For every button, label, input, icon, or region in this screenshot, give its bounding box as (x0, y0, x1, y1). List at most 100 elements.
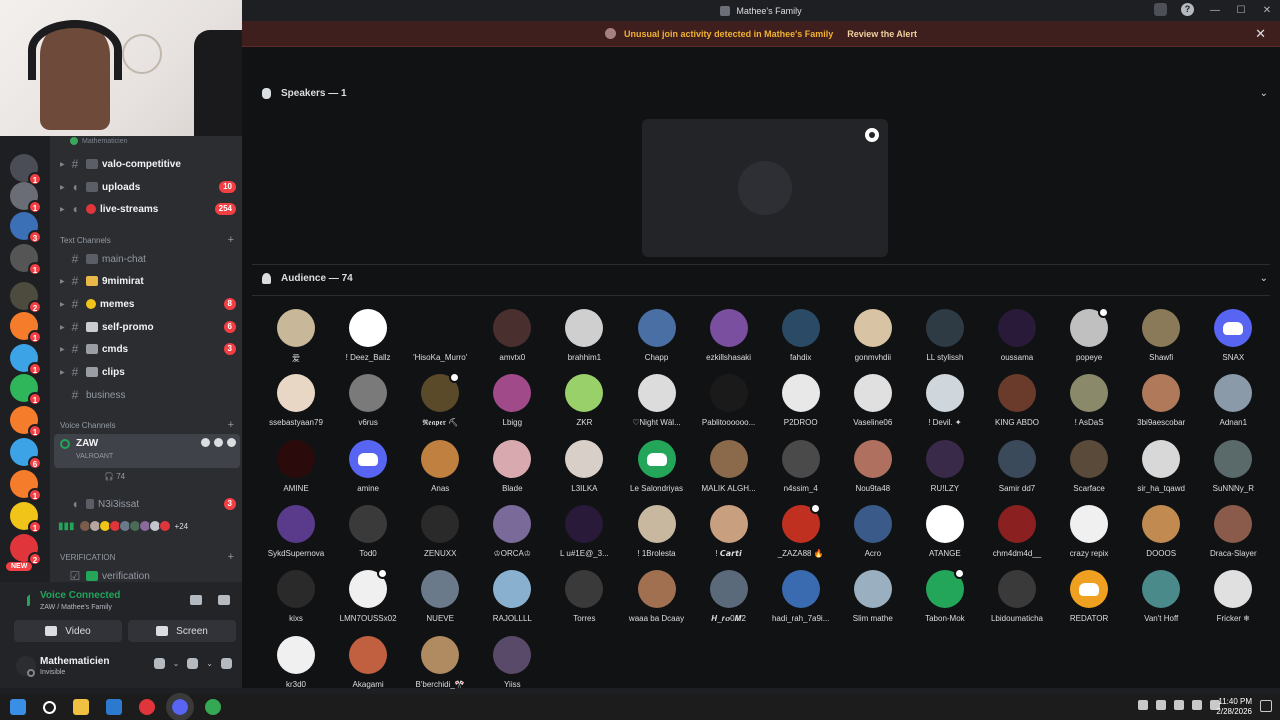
windows-start-icon[interactable] (10, 699, 26, 715)
audience-member[interactable]: LL stylissh (909, 309, 981, 371)
category-voice-channels[interactable]: Voice Channels + (50, 418, 242, 432)
channel-valo-competitive[interactable]: ▶ # valo-competitive (50, 153, 242, 175)
audience-member[interactable]: L u#1E@_3... (548, 504, 620, 567)
channel-cmds[interactable]: ▶ # cmds 3 (50, 338, 242, 360)
help-icon[interactable]: ? (1181, 3, 1194, 16)
audience-member[interactable]: ♡Night Wäl... (621, 374, 693, 436)
chevron-down-icon[interactable]: ⌄ (1260, 273, 1268, 284)
audience-member[interactable]: SNAX (1197, 309, 1269, 371)
audience-member[interactable]: REDATOR (1053, 570, 1125, 632)
audience-member[interactable]: P2DROO (765, 374, 837, 436)
audience-member[interactable]: brahhim1 (548, 309, 620, 371)
channel-clips[interactable]: ▶ # clips (50, 361, 242, 383)
audience-member[interactable]: Tod0 (332, 504, 404, 567)
audience-member[interactable]: ! Devil. ✦ (909, 374, 981, 436)
audience-member[interactable]: ssebastyaan79 (260, 374, 332, 436)
maximize-button[interactable]: ☐ (1228, 5, 1254, 16)
audience-member[interactable]: waaa ba Dcaay (621, 570, 693, 632)
audience-member[interactable]: sir_ha_tqawd (1125, 439, 1197, 502)
server-icon-2[interactable]: 1 (10, 182, 42, 214)
category-verification[interactable]: VERIFICATION + (50, 550, 242, 564)
channel-self-promo[interactable]: ▶ # self-promo 6 (50, 316, 242, 338)
audience-member[interactable]: Chapp (621, 309, 693, 371)
audience-member[interactable]: Pablitoooooo... (693, 374, 765, 436)
audience-member[interactable]: SykdSupernova (260, 504, 332, 567)
server-icon-8[interactable]: 1 (10, 374, 42, 406)
volume-icon[interactable] (1192, 700, 1202, 710)
channel-business[interactable]: # business (50, 384, 242, 406)
server-icon-11[interactable]: 1 (10, 470, 42, 502)
speaker-tile[interactable] (642, 119, 888, 257)
audience-member[interactable]: Slim mathe (837, 570, 909, 632)
channel-main-chat[interactable]: # main-chat (50, 248, 242, 270)
audience-member[interactable]: n4ssim_4 (765, 439, 837, 502)
audience-member[interactable]: ! 𝘾𝙖𝙧𝙩𝙞 (693, 504, 765, 567)
add-channel-icon[interactable]: + (228, 234, 234, 246)
network-icon[interactable] (1174, 700, 1184, 710)
chevron-down-icon[interactable]: ⌄ (206, 659, 213, 668)
app-icon[interactable] (139, 699, 155, 715)
audience-member[interactable]: Samir dd7 (981, 439, 1053, 502)
audience-member[interactable]: SuNNNy_R (1197, 439, 1269, 502)
audience-member[interactable]: LMN7OUSSx02 (332, 568, 404, 632)
audience-header[interactable]: Audience — 74 (262, 273, 353, 284)
voice-connected-label[interactable]: Voice Connected (40, 590, 120, 601)
audience-member[interactable]: ♔ORCA♔ (476, 504, 548, 567)
audience-member[interactable]: KING ABDO (981, 374, 1053, 436)
server-icon-4[interactable]: 1 (10, 244, 42, 276)
audience-member[interactable]: Van't Hoff (1125, 570, 1197, 632)
audience-member[interactable]: Yiiss (476, 635, 548, 698)
audience-member[interactable]: ZKR (548, 374, 620, 436)
audience-member[interactable]: hadi_rah_7a9i... (765, 570, 837, 632)
chat-icon[interactable] (201, 438, 210, 447)
channel-live-streams[interactable]: ▶ ◖ live-streams 254 (50, 198, 242, 220)
audience-member[interactable]: Torres (548, 570, 620, 632)
voice-channel-zaw[interactable]: ZAW VALROANT (54, 434, 240, 468)
audience-member[interactable]: ! AsDaS (1053, 374, 1125, 436)
video-button[interactable]: Video (14, 620, 122, 642)
audience-member[interactable]: oussama (981, 309, 1053, 371)
server-icon-9[interactable]: 1 (10, 406, 42, 438)
screen-share-button[interactable]: Screen (128, 620, 236, 642)
audience-member[interactable]: v6rus (332, 374, 404, 436)
review-alert-link[interactable]: Review the Alert (847, 29, 917, 39)
audience-member[interactable]: MALIK ALGH... (693, 439, 765, 502)
audience-member[interactable]: NUEVE (404, 570, 476, 632)
audience-member[interactable]: L3ILKA (548, 439, 620, 502)
audience-member[interactable]: 3bi9aescobar (1125, 374, 1197, 436)
store-icon[interactable] (106, 699, 122, 715)
search-icon[interactable] (43, 700, 56, 714)
audience-member[interactable]: Fricker ❄ (1197, 570, 1269, 632)
audience-member[interactable]: amvtx0 (476, 309, 548, 371)
audience-member[interactable]: gonmvhdii (837, 309, 909, 371)
server-icon-1[interactable]: 1 (10, 154, 42, 186)
notification-icon[interactable] (1260, 700, 1272, 712)
close-window-button[interactable]: ✕ (1254, 5, 1280, 16)
server-icon-5[interactable]: 2 (10, 282, 42, 314)
audience-member[interactable]: DOOOS (1125, 504, 1197, 567)
audience-member[interactable]: ezkillshasaki (693, 309, 765, 371)
voice-location[interactable]: ZAW / Mathee's Family (40, 604, 112, 611)
audience-member[interactable]: RAJOLLLL (476, 570, 548, 632)
audience-member[interactable]: AMINE (260, 439, 332, 502)
audience-member[interactable]: ! Deez_Ballz (332, 309, 404, 371)
add-channel-icon[interactable]: + (228, 551, 234, 563)
gear-icon[interactable] (221, 658, 232, 669)
audience-member[interactable]: ATANGE (909, 504, 981, 567)
headphones-icon[interactable] (187, 658, 199, 669)
chevron-up-icon[interactable] (1138, 700, 1148, 710)
audience-member[interactable]: Anas (404, 439, 476, 502)
audience-member[interactable]: fahdix (765, 309, 837, 371)
audience-member[interactable]: B'berchidi_🎌 (404, 635, 476, 698)
minimize-button[interactable]: — (1202, 5, 1228, 16)
audience-member[interactable]: Le Salondriyas (621, 439, 693, 502)
audience-member[interactable]: Acro (837, 504, 909, 567)
audience-member[interactable]: kr3d0 (260, 635, 332, 698)
audience-member[interactable]: Scarface (1053, 439, 1125, 502)
category-text-channels[interactable]: Text Channels + (50, 233, 242, 247)
close-alert-icon[interactable]: ✕ (1255, 26, 1266, 42)
audience-member[interactable]: Nou9ta48 (837, 439, 909, 502)
audience-member[interactable]: Shawfi (1125, 309, 1197, 371)
audience-member[interactable]: RU!LZY (909, 439, 981, 502)
add-channel-icon[interactable]: + (228, 419, 234, 431)
